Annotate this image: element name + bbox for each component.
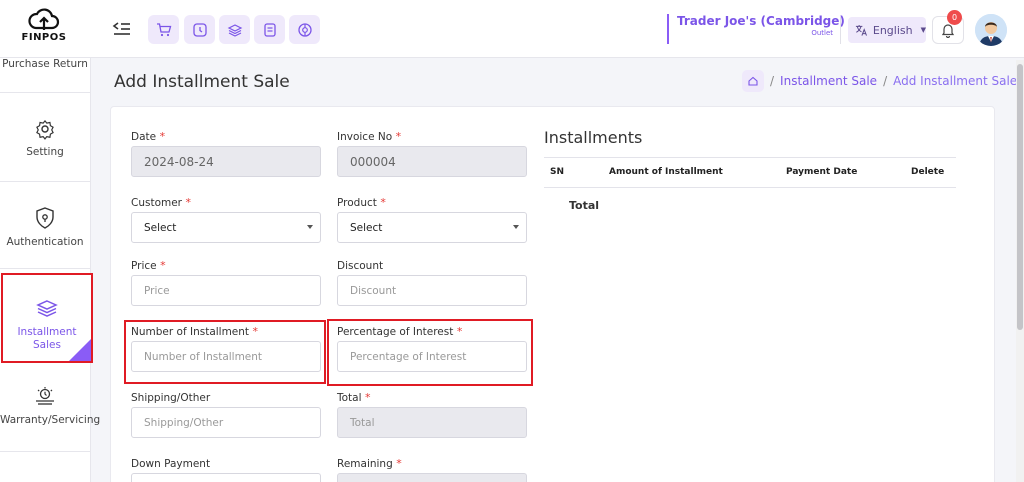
column-header-delete: Delete: [911, 167, 945, 177]
down-payment-label: Down Payment: [131, 458, 211, 470]
date-label: Date *: [131, 130, 166, 143]
customer-label: Customer *: [131, 196, 192, 209]
layers-button[interactable]: [219, 15, 250, 44]
globe-button[interactable]: [289, 15, 320, 44]
chevron-down-icon: ▼: [920, 26, 926, 34]
breadcrumb-separator: /: [883, 74, 888, 88]
gear-icon: [36, 119, 54, 140]
sidebar-divider: [0, 181, 90, 182]
sidebar-item-installment-sales[interactable]: Installment Sales: [1, 273, 93, 363]
interest-input[interactable]: Percentage of Interest: [337, 341, 527, 372]
store-name: Trader Joe's (Cambridge): [677, 14, 845, 28]
sidebar-divider: [0, 92, 90, 93]
page-title: Add Installment Sale: [114, 72, 290, 92]
store-selector[interactable]: Trader Joe's (Cambridge) Outlet: [667, 14, 845, 44]
translate-icon: [855, 24, 867, 36]
chevron-down-icon: [513, 225, 519, 229]
menu-collapse-icon: [112, 22, 130, 35]
sidebar-divider: [0, 268, 90, 269]
product-select[interactable]: Select: [337, 212, 527, 243]
avatar-icon: [975, 14, 1007, 46]
product-label: Product *: [337, 196, 386, 209]
customer-select-value: Select: [144, 221, 177, 234]
chevron-down-icon: [307, 225, 313, 229]
remaining-label: Remaining *: [337, 457, 402, 470]
interest-label: Percentage of Interest *: [337, 325, 463, 338]
receipt-icon: [263, 22, 276, 37]
price-input[interactable]: Price: [131, 275, 321, 306]
invoice-label: Invoice No *: [337, 130, 402, 143]
customer-select[interactable]: Select: [131, 212, 321, 243]
globe-icon: [297, 22, 312, 37]
language-label: English: [872, 23, 913, 37]
sidebar-item-setting[interactable]: Setting: [0, 118, 90, 158]
sidebar-toggle-button[interactable]: [112, 20, 132, 38]
sidebar-item-purchase-return[interactable]: Purchase Return: [0, 58, 90, 70]
breadcrumb: / Installment Sale / Add Installment Sal…: [742, 70, 1017, 92]
store-type: Outlet: [811, 29, 833, 37]
shield-icon: [36, 207, 54, 229]
product-select-value: Select: [350, 221, 383, 234]
sidebar-item-label: Setting: [26, 146, 64, 158]
active-corner-indicator: [69, 339, 91, 361]
breadcrumb-current: Add Installment Sale: [893, 74, 1018, 88]
num-installment-input[interactable]: Number of Installment: [131, 341, 321, 372]
table-divider: [544, 187, 956, 188]
total-label: Total *: [337, 391, 371, 404]
price-label: Price *: [131, 259, 166, 272]
table-divider: [544, 157, 956, 158]
column-header-amount: Amount of Installment: [609, 167, 723, 177]
installments-title: Installments: [544, 128, 643, 147]
breadcrumb-link[interactable]: Installment Sale: [780, 74, 877, 88]
layers-icon: [227, 23, 242, 37]
top-header: FINPOS Trader Joe's (Cambridge) Outlet E…: [0, 0, 1024, 58]
scrollbar-thumb[interactable]: [1017, 64, 1023, 330]
stack-icon: [36, 300, 58, 317]
logo-text: FINPOS: [21, 32, 67, 43]
column-header-sn: SN: [550, 167, 565, 177]
shipping-input[interactable]: Shipping/Other: [131, 407, 321, 438]
pos-cart-button[interactable]: [148, 15, 179, 44]
header-divider: [840, 16, 841, 44]
receipt-button[interactable]: [254, 15, 285, 44]
shipping-label: Shipping/Other: [131, 392, 211, 404]
cloud-upload-icon: [28, 8, 60, 30]
service-icon: [36, 387, 54, 405]
sidebar-item-warranty-servicing[interactable]: Warranty/Servicing: [0, 386, 100, 426]
clock-icon: [192, 22, 207, 37]
invoice-input[interactable]: 000004: [337, 146, 527, 177]
clock-button[interactable]: [184, 15, 215, 44]
remaining-input[interactable]: [337, 473, 527, 482]
sidebar-divider: [0, 451, 90, 452]
language-dropdown[interactable]: English ▼: [848, 17, 926, 43]
notification-count-badge: 0: [947, 10, 962, 25]
date-input[interactable]: 2024-08-24: [131, 146, 321, 177]
sidebar-item-label: Warranty/Servicing: [0, 414, 101, 426]
home-icon: [748, 76, 758, 86]
user-avatar[interactable]: [975, 14, 1007, 46]
num-installment-label: Number of Installment *: [131, 325, 259, 338]
sidebar-item-label: Installment Sales: [17, 326, 77, 351]
discount-input[interactable]: Discount: [337, 275, 527, 306]
cart-icon: [156, 22, 171, 36]
breadcrumb-home-link[interactable]: [742, 70, 764, 92]
total-input[interactable]: Total: [337, 407, 527, 438]
discount-label: Discount: [337, 260, 384, 272]
sidebar-item-authentication[interactable]: Authentication: [0, 206, 90, 248]
installments-total-label: Total: [569, 199, 600, 212]
sidebar-item-label: Purchase Return: [2, 58, 88, 70]
sidebar-item-label: Authentication: [6, 236, 84, 248]
down-payment-input[interactable]: [131, 473, 321, 482]
finpos-logo[interactable]: FINPOS: [20, 8, 68, 50]
column-header-payment-date: Payment Date: [786, 167, 858, 177]
breadcrumb-separator: /: [770, 74, 775, 88]
